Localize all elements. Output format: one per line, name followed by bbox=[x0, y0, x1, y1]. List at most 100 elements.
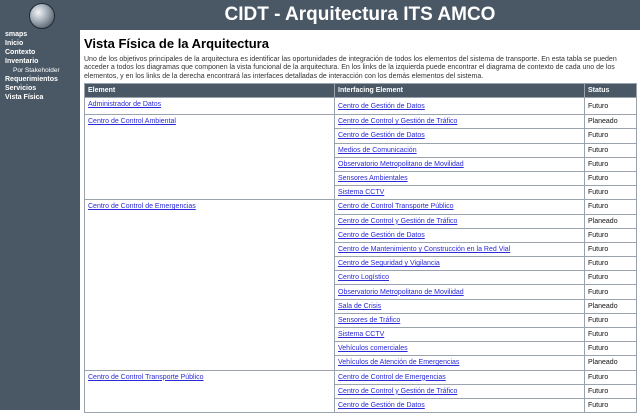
status-cell: Futuro bbox=[584, 241, 637, 258]
table-body: Administrador de Datos Centro de Gestión … bbox=[84, 96, 637, 413]
element-cell: Administrador de Datos bbox=[84, 96, 335, 116]
physical-view-table: Element Interfacing Element Status Admin… bbox=[84, 83, 637, 413]
interfacing-element-cell: Centro de Control y Gestión de Tráfico bbox=[334, 383, 585, 399]
status-cell: Planeado bbox=[584, 298, 637, 314]
interfacing-element-cell: Centro de Gestión de Datos bbox=[334, 96, 585, 116]
sidebar: smaps Inicio Contexto Inventario Por Stakeho… bbox=[0, 30, 80, 410]
interfacing-element-cell: Vehículos comerciales bbox=[334, 341, 585, 357]
status-cell: Futuro bbox=[584, 256, 637, 272]
sidebar-item-por-stakeholder[interactable]: Por Stakeholder bbox=[5, 66, 60, 75]
site-title: CIDT - Arquitectura ITS AMCO bbox=[224, 4, 496, 25]
element-cell: Centro de Control de Emergencias bbox=[84, 199, 335, 371]
interfacing-element-link[interactable]: Centro de Seguridad y Vigilancia bbox=[338, 260, 440, 267]
interfacing-element-link[interactable]: Sistema CCTV bbox=[338, 189, 384, 196]
sidebar-nav: smaps Inicio Contexto Inventario Por Stakeho… bbox=[5, 30, 60, 102]
interfacing-element-link[interactable]: Observatorio Metropolitano de Movilidad bbox=[338, 161, 464, 168]
interfacing-element-link[interactable]: Centro de Gestión de Datos bbox=[338, 402, 425, 409]
interfacing-element-link[interactable]: Centro Logístico bbox=[338, 274, 389, 281]
column-header-element: Element bbox=[84, 83, 335, 98]
table-row: Centro de Control Ambiental Centro de Con… bbox=[84, 114, 637, 201]
status-cell: Futuro bbox=[584, 128, 637, 144]
status-cell: Futuro bbox=[584, 156, 637, 172]
interfacing-element-link[interactable]: Sensores Ambientales bbox=[338, 175, 408, 182]
status-cell: Planeado bbox=[584, 355, 637, 371]
interfacing-element-link[interactable]: Sala de Crisis bbox=[338, 303, 381, 310]
status-cell: Futuro bbox=[584, 185, 637, 201]
interfacing-element-cell: Medios de Comunicación bbox=[334, 142, 585, 158]
sidebar-item-servicios[interactable]: Servicios bbox=[5, 84, 60, 93]
interfacing-element-link[interactable]: Centro de Gestión de Datos bbox=[338, 232, 425, 239]
status-cell: Futuro bbox=[584, 227, 637, 243]
element-link[interactable]: Centro de Control de Emergencias bbox=[88, 203, 196, 210]
interfacing-element-link[interactable]: Centro de Gestión de Datos bbox=[338, 132, 425, 139]
interfacing-element-link[interactable]: Sistema CCTV bbox=[338, 331, 384, 338]
interfacing-element-link[interactable]: Sensores de Tráfico bbox=[338, 317, 400, 324]
interfacing-element-link[interactable]: Vehículos comerciales bbox=[338, 345, 408, 352]
interfacing-element-cell: Observatorio Metropolitano de Movilidad bbox=[334, 284, 585, 300]
table-row: Administrador de Datos Centro de Gestión … bbox=[84, 96, 637, 116]
interfacing-element-cell: Centro de Gestión de Datos bbox=[334, 128, 585, 144]
sidebar-item-inventario[interactable]: Inventario bbox=[5, 57, 60, 66]
status-cell: Futuro bbox=[584, 326, 637, 343]
interfacing-element-link[interactable]: Medios de Comunicación bbox=[338, 147, 417, 154]
interfacing-element-cell: Centro de Control y Gestión de Tráfico bbox=[334, 213, 585, 229]
site-header: CIDT - Arquitectura ITS AMCO bbox=[0, 0, 640, 30]
column-header-status: Status bbox=[584, 83, 637, 98]
interfacing-element-cell: Sistema CCTV bbox=[334, 326, 585, 343]
status-cell: Futuro bbox=[584, 341, 637, 357]
status-cell: Futuro bbox=[584, 170, 637, 187]
interfacing-element-cell: Centro de Gestión de Datos bbox=[334, 397, 585, 413]
interfacing-element-cell: Centro de Control y Gestión de Tráfico bbox=[334, 114, 585, 130]
column-header-interfacing-element: Interfacing Element bbox=[334, 83, 585, 98]
intro-paragraph: Uno de los objetivos principales de la a… bbox=[84, 56, 617, 80]
interfacing-element-cell: Sensores de Tráfico bbox=[334, 312, 585, 329]
interfacing-element-link[interactable]: Centro de Mantenimiento y Construcción e… bbox=[338, 246, 510, 253]
page-title: Vista Física de la Arquitectura bbox=[84, 36, 269, 51]
table-row: Centro de Control Transporte Público Cent… bbox=[84, 369, 637, 413]
status-cell: Planeado bbox=[584, 213, 637, 229]
status-cell: Futuro bbox=[584, 284, 637, 300]
element-link[interactable]: Administrador de Datos bbox=[88, 101, 161, 108]
table-header-row: Element Interfacing Element Status bbox=[84, 83, 637, 98]
element-link[interactable]: Centro de Control Transporte Público bbox=[88, 374, 204, 381]
interfacing-element-link[interactable]: Centro de Gestión de Datos bbox=[338, 103, 425, 110]
interfacing-element-cell: Sensores Ambientales bbox=[334, 170, 585, 187]
element-link[interactable]: Centro de Control Ambiental bbox=[88, 118, 176, 125]
element-cell: Centro de Control Transporte Público bbox=[84, 369, 335, 413]
interfacing-element-link[interactable]: Centro de Control Transporte Público bbox=[338, 203, 454, 210]
sidebar-item-smaps[interactable]: smaps bbox=[5, 30, 60, 39]
status-cell: Futuro bbox=[584, 199, 637, 215]
status-cell: Futuro bbox=[584, 369, 637, 385]
interfacing-element-link[interactable]: Centro de Control y Gestión de Tráfico bbox=[338, 118, 457, 125]
status-cell: Futuro bbox=[584, 270, 637, 286]
interfacing-element-link[interactable]: Observatorio Metropolitano de Movilidad bbox=[338, 289, 464, 296]
interfacing-element-cell: Centro de Gestión de Datos bbox=[334, 227, 585, 243]
interfacing-element-cell: Centro de Control Transporte Público bbox=[334, 199, 585, 215]
interfacing-element-cell: Vehículos de Atención de Emergencias bbox=[334, 355, 585, 371]
sidebar-item-contexto[interactable]: Contexto bbox=[5, 48, 60, 57]
globe-logo-icon[interactable] bbox=[29, 3, 55, 29]
interfacing-element-link[interactable]: Centro de Control y Gestión de Tráfico bbox=[338, 388, 457, 395]
interfacing-element-cell: Centro de Seguridad y Vigilancia bbox=[334, 256, 585, 272]
status-cell: Futuro bbox=[584, 383, 637, 399]
status-cell: Futuro bbox=[584, 312, 637, 329]
interfacing-element-cell: Observatorio Metropolitano de Movilidad bbox=[334, 156, 585, 172]
interfacing-element-link[interactable]: Vehículos de Atención de Emergencias bbox=[338, 359, 459, 366]
status-cell: Futuro bbox=[584, 142, 637, 158]
interfacing-element-cell: Sala de Crisis bbox=[334, 298, 585, 314]
interfacing-element-cell: Centro de Control de Emergencias bbox=[334, 369, 585, 385]
status-cell: Planeado bbox=[584, 114, 637, 130]
sidebar-item-requerimientos[interactable]: Requerimientos bbox=[5, 75, 60, 84]
sidebar-item-vista-fisica[interactable]: Vista Física bbox=[5, 93, 60, 102]
sidebar-item-inicio[interactable]: Inicio bbox=[5, 39, 60, 48]
interfacing-element-link[interactable]: Centro de Control y Gestión de Tráfico bbox=[338, 218, 457, 225]
status-cell: Futuro bbox=[584, 397, 637, 413]
element-cell: Centro de Control Ambiental bbox=[84, 114, 335, 201]
main-content: Vista Física de la Arquitectura Uno de l… bbox=[84, 30, 637, 413]
interfacing-element-cell: Centro de Mantenimiento y Construcción e… bbox=[334, 241, 585, 258]
interfacing-element-cell: Centro Logístico bbox=[334, 270, 585, 286]
status-cell: Futuro bbox=[584, 96, 637, 116]
interfacing-element-link[interactable]: Centro de Control de Emergencias bbox=[338, 374, 446, 381]
interfacing-element-cell: Sistema CCTV bbox=[334, 185, 585, 201]
table-row: Centro de Control de Emergencias Centro d… bbox=[84, 199, 637, 371]
